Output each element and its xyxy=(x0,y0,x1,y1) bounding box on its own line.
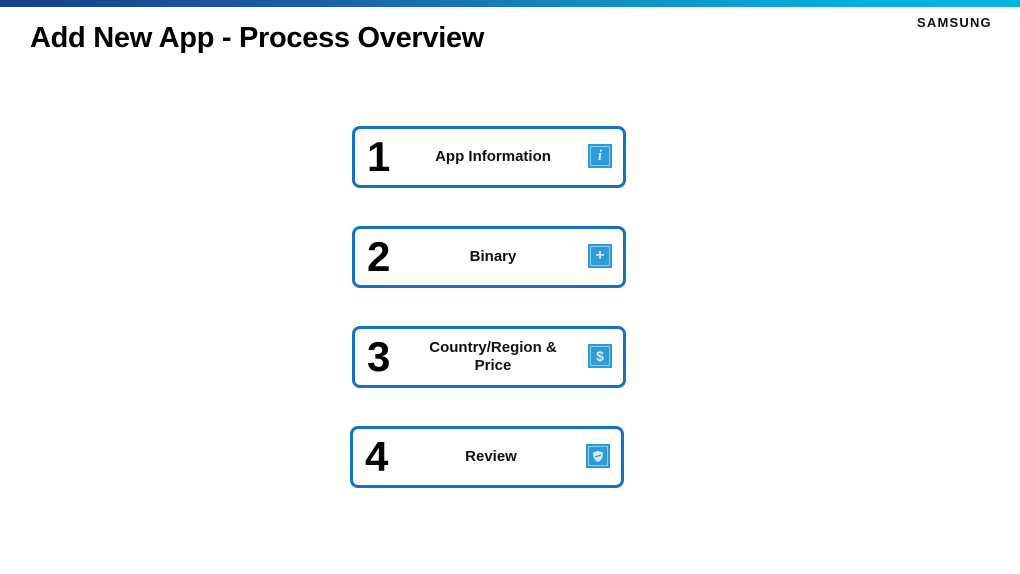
info-icon: i xyxy=(588,144,612,168)
step-review: 4 Review xyxy=(350,426,624,488)
step-number: 1 xyxy=(367,133,391,180)
step-app-information: 1 App Information i xyxy=(352,126,626,188)
shield-icon xyxy=(586,444,610,468)
step-number: 2 xyxy=(367,233,391,280)
step-country-region-price: 3 Country/Region & Price $ xyxy=(352,326,626,388)
step-label: App Information xyxy=(435,148,551,165)
step-label: Country/Region & Price xyxy=(429,339,557,374)
step-label: Binary xyxy=(469,248,517,265)
step-binary: 2 Binary + xyxy=(352,226,626,288)
samsung-logo: SAMSUNG xyxy=(917,15,992,30)
step-label: Review xyxy=(465,448,517,465)
step-number: 3 xyxy=(367,333,391,380)
page-title: Add New App - Process Overview xyxy=(30,22,485,54)
plus-icon: + xyxy=(588,244,612,268)
dollar-icon: $ xyxy=(588,344,612,368)
step-number: 4 xyxy=(365,433,389,480)
top-accent-bar xyxy=(0,0,1020,7)
